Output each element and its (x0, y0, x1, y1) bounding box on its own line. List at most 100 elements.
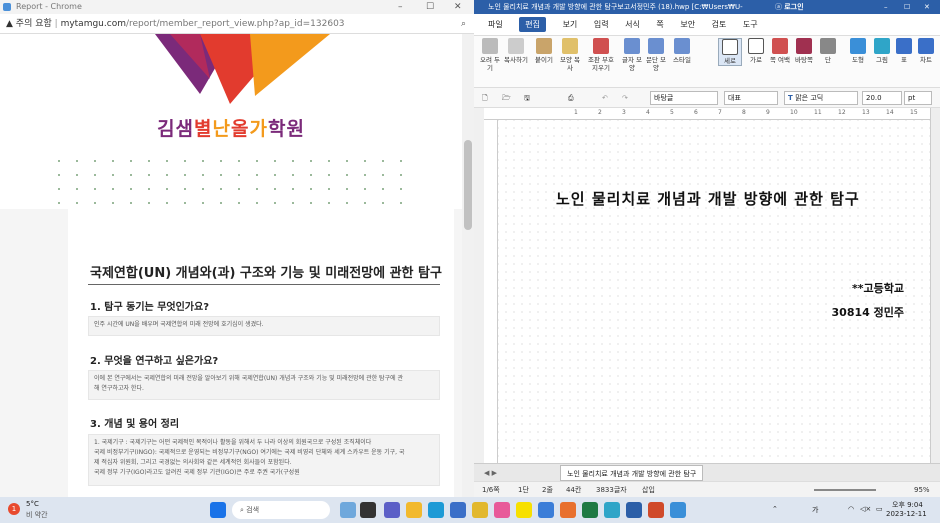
banner-graphic (155, 34, 330, 104)
doc-tab[interactable]: 노인 물리치료 개념과 개발 방향에 관한 탐구 (560, 465, 704, 481)
close-icon[interactable]: ✕ (454, 0, 462, 14)
document-page[interactable]: 노인 물리치료 개념과 개발 방향에 관한 탐구 **고등학교 30814 정민… (498, 120, 930, 463)
style-select[interactable]: 바탕글 (650, 91, 718, 105)
ruler-number: 7 (718, 109, 722, 116)
excel-icon[interactable] (582, 502, 598, 518)
explorer-icon[interactable] (406, 502, 422, 518)
ppt-icon[interactable] (648, 502, 664, 518)
para-shape-button[interactable]: 문단 모양 (644, 38, 668, 72)
redo-icon[interactable]: ↷ (622, 88, 628, 108)
widgets-icon[interactable] (340, 502, 356, 518)
font-size-input[interactable]: 20.0 (862, 91, 902, 105)
section-1-box: 인주 시간에 UN을 배우며 국제연합의 미래 전망에 호기심이 생겼다. (88, 316, 440, 336)
maximize-icon[interactable]: ☐ (904, 0, 911, 14)
shape-button[interactable]: 도형 (846, 38, 870, 64)
menu-view[interactable]: 보기 (563, 20, 578, 29)
chrome-icon[interactable] (472, 502, 488, 518)
page-scrollbar[interactable] (462, 34, 474, 497)
url-path: /report/member_report_view.php?ap_id=132… (125, 19, 345, 29)
login-button[interactable]: ⓐ 로그인 (772, 0, 807, 14)
format-copy-button[interactable]: 모양 복사 (558, 38, 582, 72)
menu-format[interactable]: 서식 (625, 20, 640, 29)
warning-icon: ▲ (6, 19, 13, 29)
minimize-icon[interactable]: – (884, 0, 888, 14)
picture-button[interactable]: 그림 (870, 38, 894, 64)
lang-select[interactable]: 대표 (724, 91, 778, 105)
unit-select[interactable]: pt (904, 91, 932, 105)
save-icon[interactable]: 🖫 (524, 88, 530, 108)
wifi-icon[interactable]: ◠ (848, 505, 854, 513)
clear-codes-button[interactable]: 조판 부호 지우기 (586, 38, 616, 72)
search-box[interactable]: ⌕ 검색 (232, 501, 330, 519)
status-zoom[interactable]: 95% (914, 482, 930, 498)
menu-insert[interactable]: 입력 (594, 20, 609, 29)
zoom-slider[interactable] (814, 489, 876, 491)
menu-page[interactable]: 쪽 (656, 20, 663, 29)
horizontal-ruler[interactable]: 12345678910111213141516 (484, 108, 940, 120)
open-icon[interactable]: 🗁 (502, 88, 511, 108)
app3-icon[interactable] (560, 502, 576, 518)
copy-button[interactable]: 복사하기 (504, 38, 528, 64)
ruler-number: 1 (574, 109, 578, 116)
section-3-heading: 3. 개념 및 용어 정리 (90, 419, 180, 430)
address-bar[interactable]: ▲ 주의 요함 | mytamgu.com/report/member_repo… (0, 14, 474, 34)
kakao-icon[interactable] (516, 502, 532, 518)
minimize-icon[interactable]: – (398, 0, 403, 14)
maximize-icon[interactable]: ☐ (426, 0, 434, 14)
weather-temp: 5°C (26, 500, 39, 508)
columns-button[interactable]: 단 (816, 38, 840, 64)
dot-pattern (50, 154, 410, 204)
scrollbar-thumb[interactable] (464, 140, 472, 230)
paste-button[interactable]: 붙이기 (532, 38, 556, 64)
chart-button[interactable]: 차트 (914, 38, 938, 64)
cut-button[interactable]: 오려 두기 (478, 38, 502, 72)
doc-school: **고등학교 (852, 282, 904, 295)
landscape-button[interactable]: 가로 (744, 38, 768, 64)
ime-indicator[interactable]: 가 (812, 505, 818, 515)
master-page-button[interactable]: 바탕쪽 (792, 38, 816, 64)
portrait-button[interactable]: 세로 (718, 38, 742, 66)
tray-chevron-icon[interactable]: ⌃ (772, 505, 778, 513)
report-card: 국제연합(UN) 개념와(과) 구조와 기능 및 미래전망에 관한 탐구 1. … (68, 206, 454, 497)
new-doc-icon[interactable]: 🗋 (482, 88, 488, 108)
doc-author: 30814 정민주 (831, 306, 904, 319)
academy-logo: 김샘별난올가학원 (157, 118, 305, 140)
tab-nav-icon[interactable]: ◀ ▶ (484, 464, 497, 482)
menu-review[interactable]: 검토 (712, 20, 727, 29)
weather-icon[interactable]: 1 (8, 503, 20, 515)
table-button[interactable]: 표 (892, 38, 916, 64)
menu-tools[interactable]: 도구 (743, 20, 758, 29)
menu-edit[interactable]: 편집 (519, 17, 547, 32)
volume-icon[interactable]: ◁× (860, 505, 871, 513)
taskview-icon[interactable] (360, 502, 376, 518)
app-icon[interactable] (494, 502, 510, 518)
web-page: 김샘별난올가학원 국제연합(UN) 개념와(과) 구조와 기능 및 미래전망에 … (0, 34, 462, 497)
ruler-number: 9 (766, 109, 770, 116)
battery-icon[interactable]: ▭ (876, 505, 883, 513)
font-select[interactable]: T 맑은 고딕 (784, 91, 858, 105)
store-icon[interactable] (450, 502, 466, 518)
hwp-icon[interactable] (626, 502, 642, 518)
style-button[interactable]: 스타일 (670, 38, 694, 64)
app2-icon[interactable] (538, 502, 554, 518)
char-shape-button[interactable]: 글자 모양 (620, 38, 644, 72)
teams-icon[interactable] (384, 502, 400, 518)
undo-icon[interactable]: ↶ (602, 88, 608, 108)
edge-icon[interactable] (428, 502, 444, 518)
app5-icon[interactable] (670, 502, 686, 518)
doc-scrollbar[interactable] (930, 108, 940, 463)
print-icon[interactable]: ⎙ (568, 88, 574, 108)
section-2-heading: 2. 무엇을 연구하고 싶은가요? (90, 356, 219, 367)
menu-security[interactable]: 보안 (680, 20, 695, 29)
menu-file[interactable]: 파일 (488, 20, 503, 29)
clock-time[interactable]: 오후 9:04 (892, 500, 923, 510)
status-col: 44칸 (566, 486, 582, 494)
start-icon[interactable] (210, 502, 226, 518)
clock-date[interactable]: 2023-12-11 (886, 510, 927, 518)
app4-icon[interactable] (604, 502, 620, 518)
status-mode: 삽입 (642, 486, 655, 494)
margin-button[interactable]: 쪽 여백 (768, 38, 792, 64)
chrome-app-icon (3, 3, 11, 11)
close-icon[interactable]: ✕ (924, 0, 930, 14)
zoom-icon[interactable]: ⌕ (461, 14, 466, 34)
